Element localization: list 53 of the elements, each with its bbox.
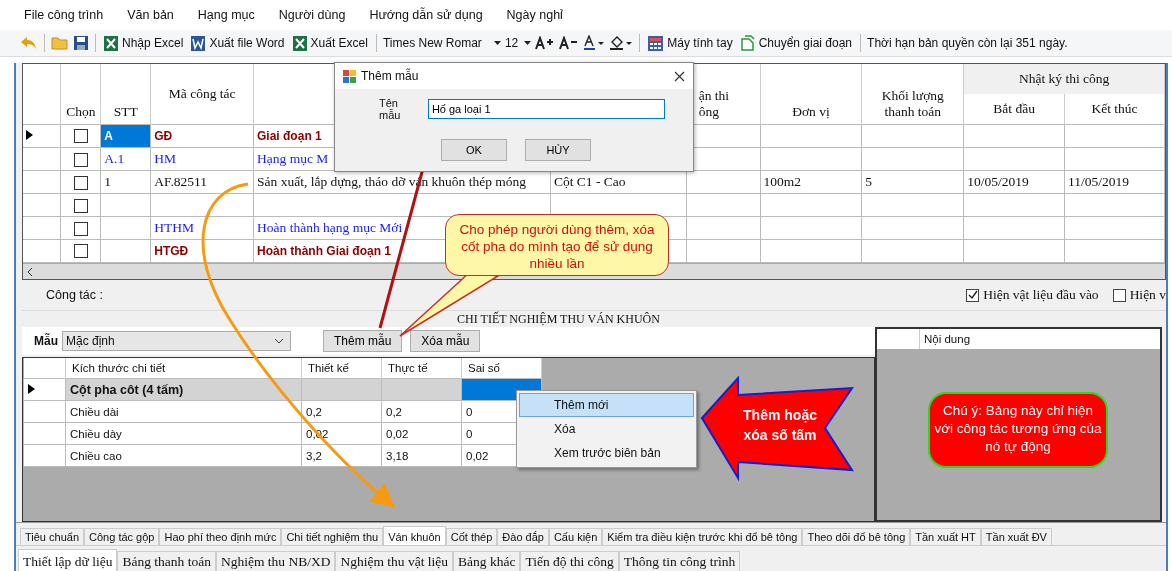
error-cell: 0 (466, 427, 473, 440)
license-text: Thời hạn bản quyền còn lại 351 ngày. (867, 36, 1068, 50)
stt-cell: A (104, 129, 113, 143)
column-header: Khối lượng thanh toán (880, 88, 945, 120)
date-cell: 10/05/2019 (967, 174, 1029, 189)
column-header: Kích thước chi tiết (72, 362, 166, 374)
option-label: Hiện vật liệu đầu vào (983, 287, 1099, 303)
error-cell: 0,02 (466, 449, 489, 462)
code-cell: HTHM (154, 220, 194, 235)
work-label: Công tác : (46, 288, 103, 302)
actual-cell: 3,18 (386, 449, 409, 462)
dimension-cell: Chiều dày (70, 427, 122, 440)
code-cell: AF.82511 (154, 174, 208, 189)
stt-cell: A.1 (104, 151, 125, 166)
code-cell: HM (154, 151, 176, 166)
actual-cell: 0,02 (386, 427, 409, 440)
column-header: Nội dung (924, 333, 971, 345)
code-cell: GĐ (154, 129, 173, 143)
design-cell: 0,2 (306, 405, 322, 418)
column-header: STT (113, 104, 138, 119)
column-group-header: Nhật ký thi công (1018, 71, 1110, 86)
column-header: Đơn vị (792, 104, 830, 119)
error-cell: 0 (466, 405, 473, 418)
template-label: Mẫu (34, 334, 58, 348)
arrow-label: Thêm hoặc xóa số tấm (742, 406, 818, 445)
dimension-cell: Chiều dài (70, 405, 119, 418)
description-cell: Giai đoạn 1 (257, 129, 322, 143)
column-header: Mã công tác (168, 86, 236, 101)
column-header: Sai số (468, 362, 500, 374)
column-header: Kết thúc (1091, 101, 1138, 116)
design-cell: 3,2 (306, 449, 322, 462)
column-header: ận thi ông (698, 88, 730, 120)
description-cell: Hoàn thành hạng mục Mới (257, 220, 403, 235)
note-box: Chú ý: Bảng này chỉ hiện với công tác tương ứng của nó tự động (928, 392, 1108, 468)
unit-cell: 100m2 (763, 174, 802, 189)
description-cell: Hạng mục M (257, 151, 329, 166)
field-label: Tên mẫu (379, 97, 402, 121)
column-header: Thiết kế (308, 362, 349, 374)
quantity-cell: 5 (865, 174, 872, 189)
column-header: Thực tế (388, 362, 428, 374)
code-cell: HTGĐ (154, 244, 189, 258)
group-label: Cột pha côt (4 tấm) (70, 382, 184, 397)
dialog-title: Thêm mẫu (361, 69, 420, 83)
column-header: Chọn (66, 104, 96, 119)
section-title: CHI TIẾT NGHIỆM THU VÁN KHUÔN (456, 311, 661, 327)
stt-cell: 1 (104, 174, 112, 189)
option-label: Hiện v (1129, 287, 1166, 303)
actual-cell: 0,2 (386, 405, 402, 418)
column-header: Bắt đầu (993, 101, 1035, 116)
table-cell: Cột C1 - Cao (553, 174, 626, 189)
dimension-cell: Chiều cao (70, 449, 122, 462)
date-cell: 11/05/2019 (1068, 174, 1130, 189)
description-cell: Hoàn thành Giai đoạn 1 (257, 244, 392, 258)
